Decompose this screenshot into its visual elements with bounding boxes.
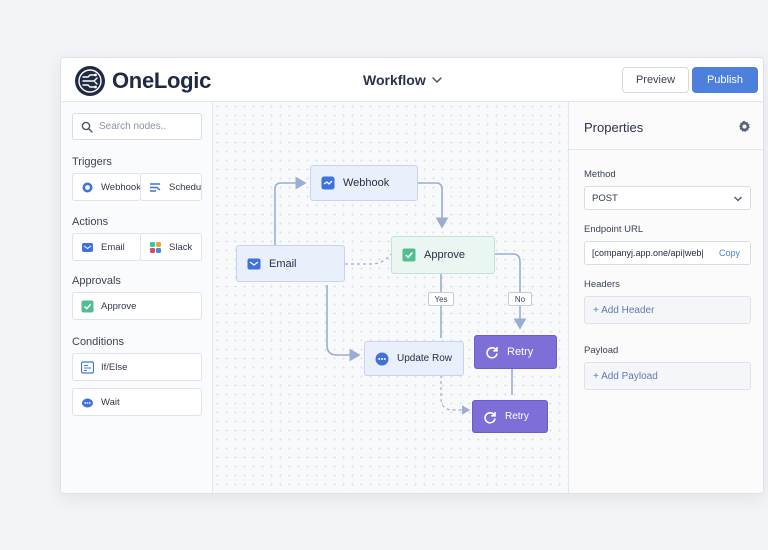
workflow-editor-window: OneLogic Workflow Preview Publish Search… bbox=[60, 57, 764, 494]
webhook-icon bbox=[82, 182, 93, 192]
palette-item-label: If/Else bbox=[101, 361, 128, 373]
add-header-button[interactable]: + Add Header bbox=[584, 296, 751, 324]
endpoint-value: [companyj.app.one/api|web| bbox=[592, 248, 704, 258]
wait-icon bbox=[82, 398, 93, 407]
endpoint-label: Endpoint URL bbox=[584, 224, 644, 235]
gear-icon[interactable] bbox=[738, 120, 751, 133]
top-bar: OneLogic Workflow Preview Publish bbox=[61, 58, 763, 102]
palette-item-approve[interactable]: Approve bbox=[72, 292, 202, 320]
node-retry-1[interactable]: Retry bbox=[474, 335, 557, 369]
node-retry-2[interactable]: Retry bbox=[472, 400, 548, 433]
checkbox-approve-icon bbox=[81, 300, 94, 312]
section-title-actions: Actions bbox=[72, 216, 109, 228]
search-input[interactable]: Search nodes.. bbox=[72, 113, 202, 140]
node-update-row[interactable]: Update Row bbox=[364, 341, 464, 376]
section-title-triggers: Triggers bbox=[72, 156, 112, 168]
copy-button[interactable]: Copy bbox=[719, 248, 740, 258]
chevron-down-icon bbox=[734, 196, 742, 202]
workflow-title[interactable]: Workflow bbox=[363, 72, 426, 88]
method-value: POST bbox=[592, 193, 618, 204]
node-label: Webhook bbox=[343, 177, 390, 189]
search-icon bbox=[81, 121, 93, 133]
payload-label: Payload bbox=[584, 345, 619, 356]
palette-item-label: Approve bbox=[101, 300, 137, 312]
node-approve[interactable]: Approve bbox=[391, 236, 495, 274]
branch-label-yes: Yes bbox=[428, 292, 454, 306]
palette-item-if-else[interactable]: If/Else bbox=[72, 353, 202, 381]
palette-item-wait[interactable]: Wait bbox=[72, 388, 202, 416]
headers-label: Headers bbox=[584, 279, 620, 290]
palette-item-email[interactable]: Email bbox=[72, 233, 141, 261]
node-webhook[interactable]: Webhook bbox=[310, 165, 418, 201]
palette-item-label: Slack bbox=[169, 241, 193, 253]
palette-item-schedule[interactable]: Schedule bbox=[140, 173, 202, 201]
properties-panel: Properties Method POST Endpoint URL [com… bbox=[568, 102, 763, 493]
palette-item-label: Wait bbox=[101, 396, 120, 408]
slack-icon bbox=[150, 241, 161, 253]
publish-button[interactable]: Publish bbox=[692, 67, 758, 93]
endpoint-url-field[interactable]: [companyj.app.one/api|web| Copy bbox=[584, 241, 751, 265]
checkbox-approve-icon bbox=[402, 248, 416, 262]
node-label: Retry bbox=[505, 411, 529, 422]
search-placeholder: Search nodes.. bbox=[99, 121, 167, 132]
chevron-down-icon[interactable] bbox=[431, 75, 443, 85]
section-title-conditions: Conditions bbox=[72, 336, 124, 348]
webhook-icon bbox=[321, 176, 335, 190]
if-else-icon bbox=[81, 360, 94, 374]
palette-item-label: Webhook bbox=[101, 181, 141, 193]
properties-header: Properties bbox=[569, 102, 763, 150]
node-palette-sidebar: Search nodes.. Triggers Webhook Schedule… bbox=[61, 102, 213, 493]
email-icon bbox=[247, 258, 261, 269]
workflow-canvas[interactable]: Webhook Email Approve Yes No Update Row … bbox=[213, 102, 568, 493]
add-payload-button[interactable]: + Add Payload bbox=[584, 362, 751, 390]
preview-button[interactable]: Preview bbox=[622, 67, 689, 93]
palette-item-label: Schedule bbox=[169, 181, 202, 193]
node-label: Approve bbox=[424, 249, 465, 261]
branch-label-no: No bbox=[508, 292, 532, 306]
add-header-label: + Add Header bbox=[593, 304, 655, 316]
refresh-icon bbox=[484, 411, 496, 424]
palette-item-label: Email bbox=[101, 241, 125, 253]
node-label: Retry bbox=[507, 346, 534, 358]
schedule-icon bbox=[150, 182, 161, 192]
node-label: Update Row bbox=[397, 353, 453, 364]
email-icon bbox=[82, 242, 93, 252]
add-payload-label: + Add Payload bbox=[593, 370, 658, 382]
refresh-icon bbox=[486, 346, 498, 359]
onelogic-logo-icon bbox=[75, 66, 105, 96]
node-email[interactable]: Email bbox=[236, 245, 345, 282]
method-label: Method bbox=[584, 169, 616, 180]
properties-title: Properties bbox=[584, 120, 644, 135]
node-label: Email bbox=[269, 257, 297, 270]
more-dots-icon bbox=[375, 352, 389, 365]
palette-item-slack[interactable]: Slack bbox=[140, 233, 202, 261]
method-select[interactable]: POST bbox=[584, 186, 751, 210]
brand-name: OneLogic bbox=[112, 68, 212, 93]
palette-item-webhook[interactable]: Webhook bbox=[72, 173, 141, 201]
section-title-approvals: Approvals bbox=[72, 275, 121, 287]
